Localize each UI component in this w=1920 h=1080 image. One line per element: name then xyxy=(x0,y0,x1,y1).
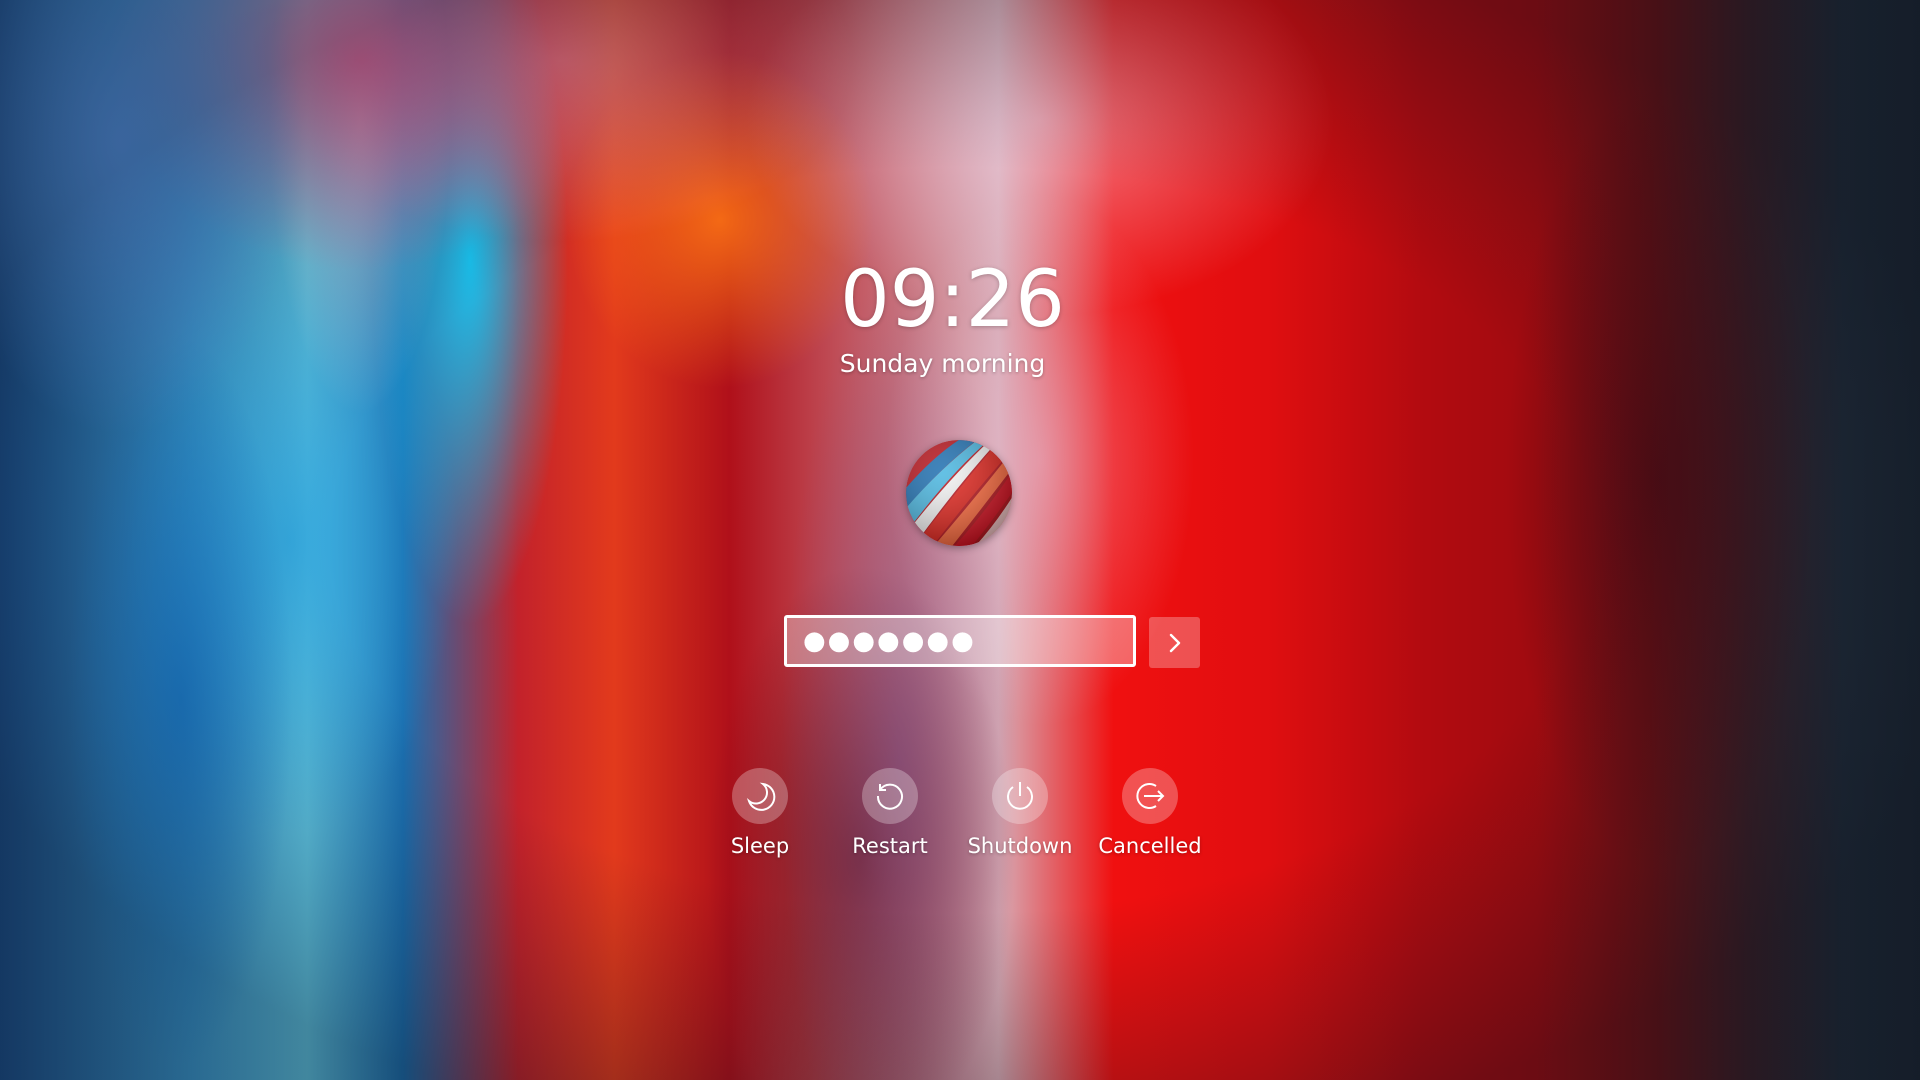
restart-circle xyxy=(862,768,918,824)
restart-icon xyxy=(876,783,903,810)
shutdown-button[interactable]: Shutdown xyxy=(960,768,1080,860)
shutdown-label: Shutdown xyxy=(967,834,1073,858)
logout-icon xyxy=(1136,783,1165,809)
moon-icon xyxy=(746,782,776,811)
cancelled-circle xyxy=(1122,768,1178,824)
user-avatar xyxy=(906,440,1012,546)
sleep-circle xyxy=(732,768,788,824)
sleep-label: Sleep xyxy=(730,834,790,858)
lock-screen: 09:26 Sunday morning ●●●●●●● Sleep Resta… xyxy=(0,0,1920,1080)
power-icon xyxy=(1007,782,1033,810)
restart-button[interactable]: Restart xyxy=(830,768,950,860)
cancelled-button[interactable]: Cancelled xyxy=(1090,768,1210,860)
shutdown-circle xyxy=(992,768,1048,824)
sleep-button[interactable]: Sleep xyxy=(700,768,820,860)
chevron-right-icon xyxy=(1169,633,1180,652)
restart-label: Restart xyxy=(852,834,928,858)
power-actions: Sleep Restart Shutdown Cancelled xyxy=(700,768,1220,868)
date-greeting: Sunday morning xyxy=(839,349,1046,378)
login-submit-button[interactable] xyxy=(1149,617,1200,668)
password-input[interactable]: ●●●●●●● xyxy=(784,615,1136,667)
cancelled-label: Cancelled xyxy=(1098,834,1202,858)
login-panel: 09:26 Sunday morning ●●●●●●● Sleep Resta… xyxy=(0,0,1920,1080)
clock-time: 09:26 xyxy=(840,255,1065,345)
